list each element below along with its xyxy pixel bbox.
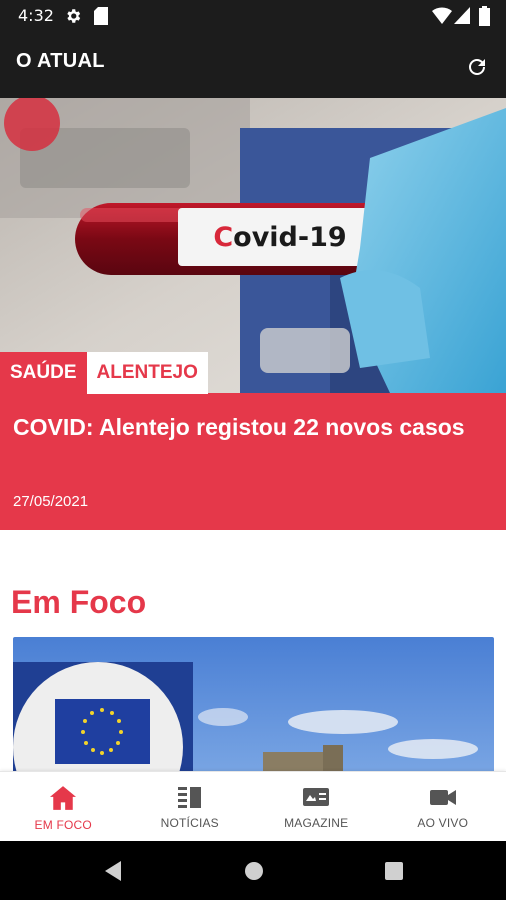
recents-icon <box>385 862 403 880</box>
hero-date: 27/05/2021 <box>13 493 89 510</box>
tag-region[interactable]: ALENTEJO <box>86 352 208 394</box>
app-bar: O ATUAL <box>0 32 506 98</box>
bottom-navigation: EM FOCO NOTÍCIAS MAGAZINE AO VIVO <box>0 771 506 841</box>
nav-label-em-foco: EM FOCO <box>34 818 92 832</box>
back-button[interactable] <box>102 860 124 882</box>
nav-label-magazine: MAGAZINE <box>284 816 349 830</box>
nav-label-ao-vivo: AO VIVO <box>417 816 469 830</box>
home-button[interactable] <box>243 860 265 882</box>
gear-icon <box>64 7 82 30</box>
nav-em-foco[interactable]: EM FOCO <box>0 772 127 841</box>
back-icon <box>105 861 121 881</box>
signal-icon <box>454 7 470 29</box>
section-title: Em Foco <box>11 584 147 620</box>
hero-article[interactable]: Covid-19 COVID: Alentejo registou 22 nov… <box>0 98 506 530</box>
battery-icon <box>479 6 490 31</box>
nav-magazine[interactable]: MAGAZINE <box>253 772 380 841</box>
refresh-icon <box>469 58 485 75</box>
app-title: O ATUAL <box>16 50 105 72</box>
wifi-icon <box>432 7 452 29</box>
refresh-button[interactable] <box>460 50 494 84</box>
news-icon <box>177 787 201 808</box>
video-camera-icon <box>429 790 456 805</box>
nav-label-noticias: NOTÍCIAS <box>160 816 219 830</box>
home-icon <box>50 786 77 810</box>
recents-button[interactable] <box>383 860 405 882</box>
hero-image: Covid-19 <box>0 98 506 393</box>
magazine-icon <box>303 788 330 806</box>
system-navigation-bar <box>0 841 506 900</box>
nav-noticias[interactable]: NOTÍCIAS <box>127 772 254 841</box>
tag-category[interactable]: SAÚDE <box>0 352 87 394</box>
hero-card[interactable]: COVID: Alentejo registou 22 novos casos … <box>0 393 506 530</box>
home-circle-icon <box>245 862 263 880</box>
nav-ao-vivo[interactable]: AO VIVO <box>380 772 506 841</box>
status-bar: 4:32 <box>0 0 506 32</box>
status-time: 4:32 <box>18 6 54 25</box>
sd-card-icon <box>94 7 108 30</box>
hero-headline[interactable]: COVID: Alentejo registou 22 novos casos <box>13 409 483 446</box>
hero-tags: SAÚDE ALENTEJO <box>0 352 208 394</box>
svg-text:Covid-19: Covid-19 <box>213 222 346 253</box>
foco-article-card[interactable] <box>13 637 494 777</box>
